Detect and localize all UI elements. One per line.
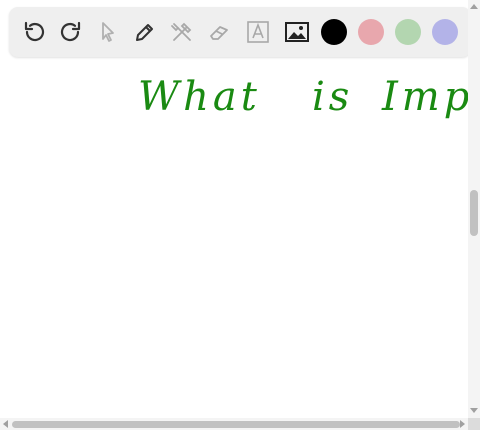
redo-icon [60, 21, 81, 42]
vertical-scrollbar[interactable] [468, 0, 480, 418]
pen-button[interactable] [130, 17, 160, 47]
tools-icon [171, 22, 192, 41]
color-swatch-green[interactable] [395, 19, 421, 45]
color-swatch-pink[interactable] [358, 19, 384, 45]
handwriting-word: What [138, 74, 261, 120]
toolbar [9, 7, 471, 57]
horizontal-scroll-thumb[interactable] [12, 421, 460, 428]
text-button[interactable] [243, 17, 273, 47]
scroll-up-arrow-icon[interactable] [470, 4, 478, 9]
scroll-down-arrow-icon[interactable] [470, 408, 478, 413]
vertical-scroll-thumb[interactable] [470, 190, 478, 236]
undo-icon [24, 21, 45, 42]
scroll-right-arrow-icon[interactable] [460, 420, 465, 428]
handwriting-word: is [312, 74, 354, 120]
color-swatch-black[interactable] [321, 19, 347, 45]
text-icon [247, 21, 269, 43]
redo-button[interactable] [56, 17, 86, 47]
scrollbar-corner [468, 418, 480, 430]
scroll-left-arrow-icon[interactable] [3, 420, 8, 428]
color-swatch-purple[interactable] [432, 19, 458, 45]
drawing-canvas[interactable]: What is Imp [0, 60, 469, 417]
horizontal-scrollbar[interactable] [0, 418, 468, 430]
select-pointer-icon [102, 22, 114, 42]
image-icon [285, 22, 309, 42]
select-button[interactable] [93, 17, 123, 47]
eraser-icon [210, 26, 228, 40]
image-button[interactable] [282, 17, 312, 47]
undo-button[interactable] [19, 17, 49, 47]
pen-icon [136, 24, 153, 41]
tools-button[interactable] [167, 17, 197, 47]
handwriting-word: Imp [382, 74, 474, 120]
eraser-button[interactable] [205, 17, 235, 47]
